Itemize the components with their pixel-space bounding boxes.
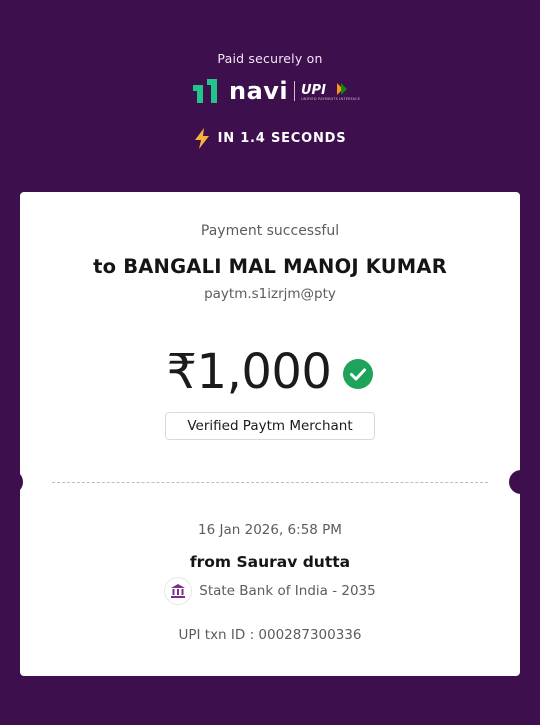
upi-mark: UPI <box>301 83 326 96</box>
payment-brand: navi UPI UNIFIED PAYMENTS INTERFACE <box>193 77 360 105</box>
verified-merchant-label: Verified Paytm Merchant <box>187 418 353 434</box>
payment-speed: IN 1.4 SECONDS <box>0 128 540 149</box>
lightning-bolt-icon <box>194 128 209 149</box>
receipt-notch-right <box>509 470 533 494</box>
upi-logo: UPI UNIFIED PAYMENTS INTERFACE <box>301 82 360 101</box>
payee-name: to BANGALI MAL MANOJ KUMAR <box>93 255 447 278</box>
receipt-notch-left <box>0 470 23 494</box>
payment-datetime: 16 Jan 2026, 6:58 PM <box>198 522 342 538</box>
payer-name: from Saurav dutta <box>189 553 351 571</box>
upi-tagline: UNIFIED PAYMENTS INTERFACE <box>301 96 361 101</box>
speed-label: IN 1.4 SECONDS <box>217 131 347 146</box>
brand-divider <box>294 81 296 101</box>
paid-securely-caption: Paid securely on <box>217 51 323 66</box>
success-check-icon <box>343 359 374 389</box>
payment-status: Payment successful <box>200 223 340 239</box>
payer-bank-account: State Bank of India - 2035 <box>199 583 376 599</box>
upi-transaction-id: UPI txn ID : 000287300336 <box>178 627 362 643</box>
payment-amount: ₹1,000 <box>166 344 332 400</box>
receipt-divider <box>52 482 488 483</box>
payee-vpa: paytm.s1izrjm@pty <box>204 286 336 302</box>
amount-row: ₹1,000 <box>20 342 520 402</box>
verified-merchant-badge: Verified Paytm Merchant <box>165 412 375 440</box>
payer-bank-row: State Bank of India - 2035 <box>20 577 520 605</box>
navi-wordmark: navi <box>229 77 289 105</box>
bank-icon-badge <box>164 577 193 605</box>
upi-logo-icon: UPI <box>301 82 348 96</box>
navi-logo-icon <box>193 79 217 103</box>
bank-building-icon <box>171 584 186 598</box>
